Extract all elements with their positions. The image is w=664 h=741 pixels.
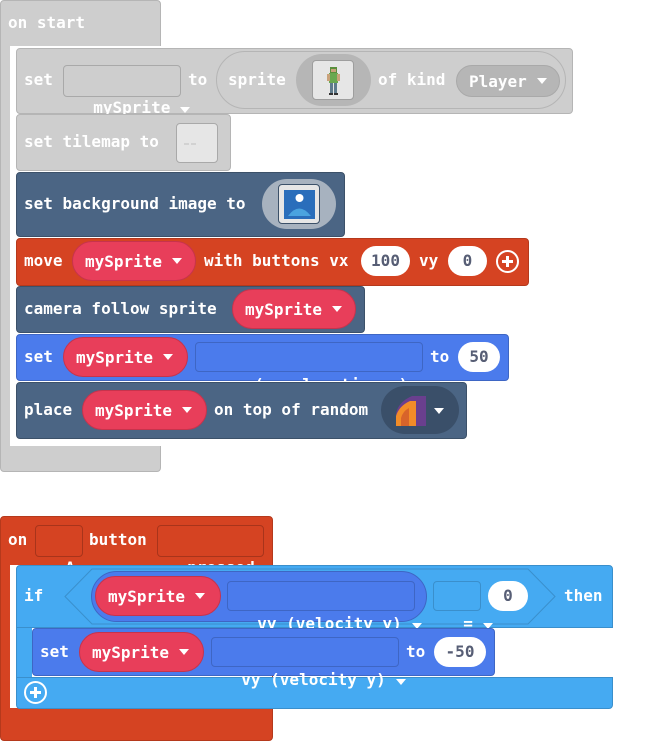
on-keyword: on [8, 530, 28, 549]
set-vy-keyword: set [40, 642, 69, 661]
place-keyword: place [24, 400, 73, 419]
with-buttons-label: with buttons vx [204, 251, 349, 270]
on-top-of-random-label: on top of random [214, 400, 369, 419]
if-block-left-rail [16, 628, 32, 678]
chevron-down-icon [163, 354, 174, 360]
ay-value-input[interactable]: 50 [458, 342, 500, 372]
sprite-image-thumbnail[interactable] [312, 60, 354, 100]
ay-property-dropdown[interactable]: ay (acceleration y) [195, 342, 429, 394]
set-ay-sprite-variable[interactable]: mySprite [63, 337, 188, 377]
set-background-label: set background image to [24, 194, 246, 213]
on-start-label: on start [8, 13, 86, 32]
camera-sprite-variable-label: mySprite [245, 299, 323, 319]
set-vy-sprite-variable-label: mySprite [92, 642, 170, 662]
tile-icon [396, 396, 426, 426]
chevron-down-icon [332, 306, 343, 312]
event-dropdown[interactable]: pressed [157, 525, 275, 577]
chevron-down-icon [179, 649, 190, 655]
move-sprite-variable-label: mySprite [85, 251, 163, 271]
set-ay-sprite-variable-label: mySprite [76, 347, 154, 367]
chevron-down-icon [395, 679, 406, 685]
to-keyword: to [188, 70, 208, 89]
move-sprite-variable[interactable]: mySprite [72, 241, 196, 281]
on-start-mouth-fill [0, 46, 10, 446]
kind-dropdown[interactable]: Player [456, 65, 560, 97]
button-label: button [89, 530, 147, 549]
vy-input[interactable]: 0 [448, 246, 487, 276]
set-keyword: set [24, 70, 53, 89]
add-else-plus-icon[interactable] [24, 681, 47, 704]
of-kind-label: of kind [378, 70, 446, 89]
player-sprite-icon [327, 67, 340, 95]
chevron-down-icon [536, 78, 547, 84]
chevron-down-icon [195, 593, 206, 599]
vy-property-dropdown-label: vy (velocity y) [241, 670, 386, 689]
condition-sprite-variable-label: mySprite [108, 586, 186, 606]
vy-value-input[interactable]: -50 [434, 637, 486, 667]
set-ay-keyword: set [24, 347, 53, 366]
if-keyword: if [24, 586, 44, 605]
sprite-keyword: sprite [228, 70, 286, 89]
set-ay-to-keyword: to [430, 347, 450, 366]
button-dropdown[interactable]: A [35, 525, 95, 577]
expand-plus-icon[interactable] [496, 250, 519, 273]
vy-label: vy [419, 251, 439, 270]
then-keyword: then [564, 586, 603, 605]
tilemap-empty-icon [184, 143, 196, 145]
camera-follow-label: camera follow sprite [24, 299, 217, 318]
chevron-down-icon [180, 107, 191, 113]
tilemap-field[interactable] [176, 123, 218, 163]
condition-sprite-variable[interactable]: mySprite [95, 576, 221, 616]
place-sprite-variable-label: mySprite [95, 400, 173, 420]
operator-dropdown[interactable]: = [433, 581, 493, 633]
set-tilemap-label: set tilemap to [24, 132, 159, 151]
chevron-down-icon [182, 407, 193, 413]
set-vy-sprite-variable[interactable]: mySprite [79, 632, 204, 672]
image-icon [284, 190, 315, 219]
tile-picker-thumbnail [392, 392, 428, 428]
vy-property-dropdown[interactable]: vy (velocity y) [211, 637, 406, 689]
chevron-down-icon [172, 258, 183, 264]
chevron-down-icon [434, 408, 444, 414]
camera-sprite-variable[interactable]: mySprite [232, 289, 356, 329]
kind-dropdown-label: Player [469, 71, 527, 91]
condition-value-input[interactable]: 0 [488, 581, 528, 611]
place-sprite-variable[interactable]: mySprite [82, 390, 207, 430]
vx-input[interactable]: 100 [361, 246, 410, 276]
set-vy-to-keyword: to [406, 642, 426, 661]
background-image-thumbnail[interactable] [278, 184, 320, 224]
move-keyword: move [24, 251, 63, 270]
variable-dropdown[interactable]: mySprite [63, 65, 191, 117]
condition-property-dropdown[interactable]: vy (velocity y) [227, 581, 422, 633]
